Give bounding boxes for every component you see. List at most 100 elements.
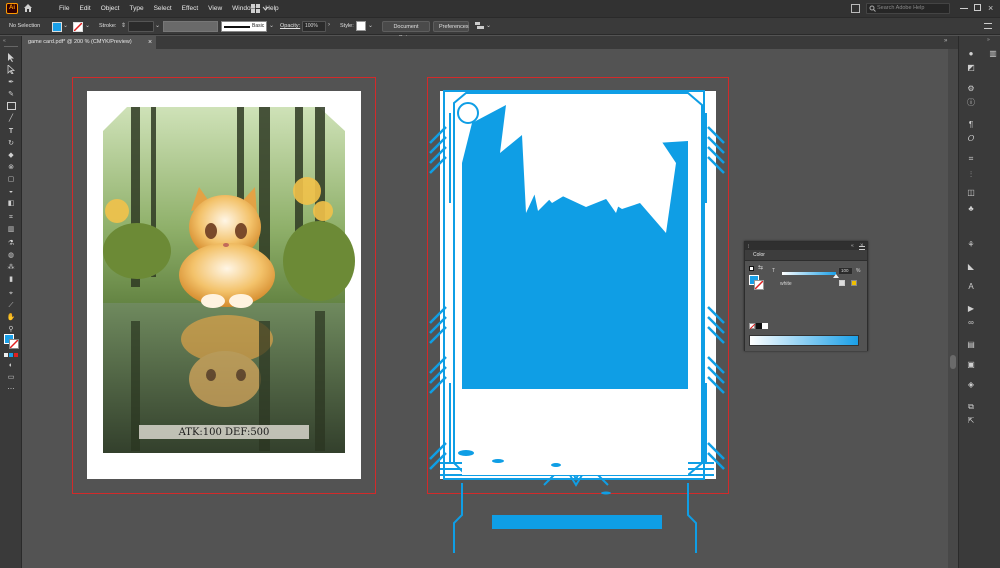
tint-spectrum-bar[interactable] — [749, 335, 859, 346]
chevron-down-icon[interactable]: ⌄ — [85, 22, 90, 29]
color-panel-header[interactable]: « × — [745, 242, 867, 250]
panel-stroke-swatch[interactable] — [754, 280, 764, 290]
color-panel-tab[interactable]: ⁞ Color — [745, 244, 867, 261]
collapse-dock-icon[interactable]: » — [987, 37, 990, 43]
menu-select[interactable]: Select — [149, 5, 177, 12]
blend-tool-icon[interactable]: ◍ — [5, 251, 17, 260]
properties-panel-icon[interactable]: ▥ — [987, 49, 999, 59]
graphic-styles-panel-icon[interactable]: ◣ — [965, 262, 977, 272]
artboards-panel-icon[interactable]: ⧉ — [965, 402, 977, 412]
character-panel-icon[interactable]: A — [965, 282, 977, 292]
panel-menu-icon[interactable] — [984, 23, 992, 29]
eyedropper-tool-icon[interactable]: ⚗ — [5, 239, 17, 248]
eraser-tool-icon[interactable]: ◆ — [5, 151, 17, 160]
color-panel-icon[interactable]: ● — [965, 49, 977, 59]
symbol-sprayer-tool-icon[interactable]: ⁂ — [5, 263, 17, 272]
stroke-weight-input[interactable] — [128, 21, 154, 32]
appearance-panel-icon[interactable]: ⚙ — [965, 84, 977, 94]
collapse-toolbar-icon[interactable]: « — [3, 38, 6, 44]
screen-mode-icon[interactable]: ▭ — [5, 373, 17, 382]
color-guide-icon[interactable]: ◩ — [965, 63, 977, 73]
align-panel-icon[interactable]: ⫶ — [965, 170, 977, 180]
slice-tool-icon[interactable]: ⟋ — [5, 301, 17, 310]
menu-edit[interactable]: Edit — [74, 5, 95, 12]
home-icon[interactable] — [23, 3, 33, 13]
workspace-switcher-icon[interactable] — [251, 4, 269, 13]
chevron-down-icon[interactable]: ⌄ — [269, 22, 274, 29]
stroke-weight-stepper-icon[interactable]: ⇕ — [121, 22, 126, 29]
help-search-input[interactable]: Search Adobe Help — [866, 3, 950, 14]
artboard-left[interactable]: ATK:100 DEF:500 — [87, 91, 361, 479]
pathfinder-panel-icon[interactable]: ◫ — [965, 188, 977, 198]
chevron-down-icon[interactable]: ⌄ — [63, 22, 68, 29]
opacity-input[interactable]: 100% — [302, 21, 326, 32]
fill-swatch[interactable] — [52, 22, 62, 32]
color-mode-icons[interactable] — [4, 353, 18, 357]
document-tab[interactable]: game card.pdf* @ 200 % (CMYK/Preview) × — [22, 36, 156, 49]
links-panel-icon[interactable]: ∞ — [965, 318, 977, 328]
mesh-tool-icon[interactable]: ⌗ — [5, 213, 17, 222]
restore-icon[interactable] — [974, 4, 981, 11]
minimize-icon[interactable] — [960, 8, 968, 9]
width-tool-icon[interactable]: ⊗ — [5, 163, 17, 172]
shape-builder-tool-icon[interactable]: ◒ — [5, 187, 17, 196]
artboard-tool-icon[interactable]: ⌖ — [5, 289, 17, 298]
info-panel-icon[interactable]: ⓘ — [965, 98, 977, 108]
paintbrush-tool-icon[interactable]: ╱ — [5, 114, 17, 123]
menu-view[interactable]: View — [203, 5, 227, 12]
color-panel[interactable]: « × ⁞ Color ⇆ T 100 % white — [744, 241, 868, 351]
opentype-panel-icon[interactable]: 𝑂 — [965, 134, 977, 144]
rectangle-tool-icon[interactable] — [5, 102, 17, 111]
export-panel-icon[interactable]: ⇱ — [965, 416, 977, 426]
paragraph-panel-icon[interactable]: ¶ — [965, 120, 977, 130]
chevron-right-icon[interactable]: › — [328, 22, 330, 28]
column-graph-tool-icon[interactable]: ▮ — [5, 275, 17, 284]
variable-width-profile[interactable] — [163, 21, 218, 32]
web-safe-icon[interactable] — [851, 280, 857, 286]
arrange-documents-icon[interactable] — [851, 4, 860, 13]
none-swatch[interactable] — [749, 323, 755, 329]
hand-tool-icon[interactable]: ✋ — [5, 313, 17, 322]
tint-value-input[interactable]: 100 — [838, 267, 853, 275]
direct-selection-tool-icon[interactable] — [5, 64, 17, 75]
gradient-tool-icon[interactable]: ▥ — [5, 225, 17, 234]
menu-type[interactable]: Type — [124, 5, 148, 12]
collapse-panel-icon[interactable]: « — [851, 242, 854, 250]
actions-panel-icon[interactable]: ▶ — [965, 304, 977, 314]
chevron-down-icon[interactable]: ⌄ — [155, 22, 160, 29]
swatches-panel-icon[interactable]: ▤ — [965, 340, 977, 350]
stroke-color-box[interactable] — [9, 339, 19, 349]
selection-tool-icon[interactable] — [5, 53, 17, 62]
artboard-right[interactable] — [429, 90, 725, 553]
tint-slider[interactable] — [782, 272, 836, 275]
out-of-gamut-icon[interactable] — [839, 280, 845, 286]
toolbar-grip[interactable] — [4, 46, 18, 48]
layers-panel-icon[interactable]: ◈ — [965, 380, 977, 390]
graphic-style-swatch[interactable] — [356, 21, 366, 31]
chevron-down-icon[interactable]: ⌄ — [368, 22, 373, 29]
curvature-tool-icon[interactable]: ✎ — [5, 90, 17, 99]
menu-effect[interactable]: Effect — [177, 5, 204, 12]
free-transform-tool-icon[interactable]: ▢ — [5, 175, 17, 184]
brush-definition[interactable]: Basic — [221, 21, 267, 32]
swap-colors-icon[interactable]: ⇆ — [758, 264, 763, 271]
pen-tool-icon[interactable]: ✒ — [5, 78, 17, 87]
close-tab-icon[interactable]: × — [148, 36, 152, 49]
close-icon[interactable]: × — [988, 3, 993, 13]
opacity-label[interactable]: Opacity: — [280, 21, 300, 32]
draw-mode-icon[interactable]: ◐ — [5, 361, 17, 370]
symbols-panel-icon[interactable]: ♣ — [965, 204, 977, 214]
rotate-tool-icon[interactable]: ↻ — [5, 139, 17, 148]
type-tool-icon[interactable]: T — [5, 127, 17, 136]
arrange-icon[interactable] — [475, 22, 484, 31]
brushes-panel-icon[interactable]: ⚘ — [965, 240, 977, 250]
edit-toolbar-icon[interactable]: ⋯ — [5, 385, 17, 394]
document-setup-button[interactable]: Document Setup — [382, 21, 430, 41]
panel-menu-icon[interactable] — [859, 246, 865, 250]
vertical-scrollbar[interactable] — [948, 49, 958, 568]
menu-file[interactable]: File — [54, 5, 74, 12]
image-trace-panel-icon[interactable]: ▣ — [965, 360, 977, 370]
white-swatch[interactable] — [762, 323, 768, 329]
menu-object[interactable]: Object — [96, 5, 125, 12]
collapse-icon[interactable]: » — [944, 38, 947, 44]
